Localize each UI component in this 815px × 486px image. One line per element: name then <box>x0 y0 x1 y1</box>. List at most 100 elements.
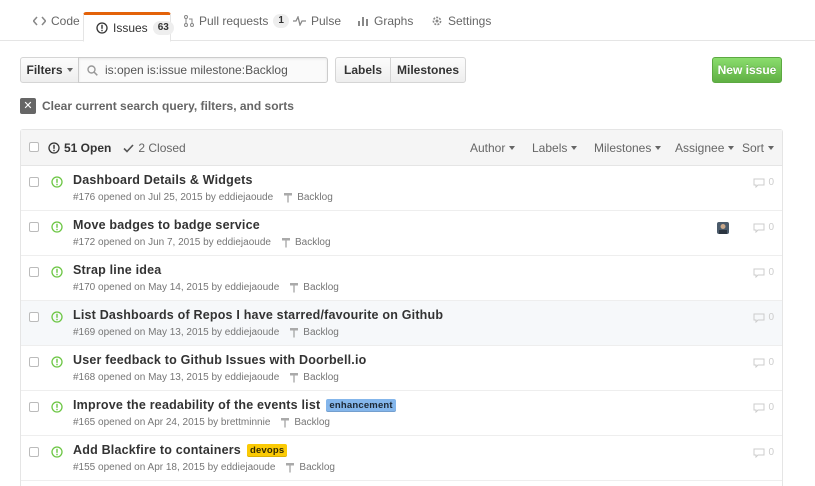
comment-count-link[interactable]: 0 <box>753 177 774 188</box>
comment-icon <box>753 178 765 188</box>
issue-row[interactable]: Dashboard Details & Widgets #176 opened … <box>21 166 782 211</box>
issue-opened-icon <box>51 356 63 368</box>
comment-count-link[interactable]: 0 <box>753 447 774 458</box>
milestone-icon <box>289 282 299 293</box>
comment-count-link[interactable]: 0 <box>753 402 774 413</box>
issue-milestone-link[interactable]: Backlog <box>289 282 339 293</box>
tab-graphs[interactable]: Graphs <box>357 0 413 41</box>
issue-opened-icon <box>48 142 60 154</box>
sort-filter-label: Sort <box>742 141 765 155</box>
issue-checkbox[interactable] <box>29 312 39 322</box>
issue-author-link[interactable]: eddiejaoude <box>225 282 280 293</box>
issue-milestone-link[interactable]: Backlog <box>285 462 335 473</box>
issue-author-link[interactable]: brettminnie <box>221 417 270 428</box>
comment-count: 0 <box>768 312 774 323</box>
tab-pulse[interactable]: Pulse <box>293 0 341 41</box>
issue-checkbox[interactable] <box>29 222 39 232</box>
comment-icon <box>753 268 765 278</box>
milestones-label: Milestones <box>396 63 459 77</box>
tab-label: Pulse <box>311 13 342 28</box>
tab-issues[interactable]: Issues 63 <box>83 12 174 42</box>
issue-checkbox[interactable] <box>29 402 39 412</box>
issue-author-link[interactable]: eddiejaoude <box>216 237 271 248</box>
comment-count: 0 <box>768 222 774 233</box>
labels-filter[interactable]: Labels <box>532 130 578 166</box>
open-count: 51 Open <box>64 141 112 155</box>
sort-filter[interactable]: Sort <box>742 130 775 166</box>
comment-count-link[interactable]: 0 <box>753 312 774 323</box>
milestones-filter[interactable]: Milestones <box>594 130 662 166</box>
issue-row[interactable]: List Dashboards of Repos I have starred/… <box>21 301 782 346</box>
select-all-checkbox[interactable] <box>29 142 39 152</box>
code-icon <box>33 16 46 26</box>
clear-filters-link[interactable]: ✕ Clear current search query, filters, a… <box>20 98 294 114</box>
chevron-down-icon <box>509 146 516 150</box>
issues-table: 51 Open 2 Closed Author Labels Milestone… <box>20 129 783 486</box>
issue-row[interactable]: Move badges to badge service #172 opened… <box>21 211 782 256</box>
issue-checkbox[interactable] <box>29 357 39 367</box>
tab-label: Pull requests <box>199 13 269 28</box>
issue-row[interactable]: Strap line idea #170 opened on May 14, 2… <box>21 256 782 301</box>
open-issues-link[interactable]: 51 Open <box>48 141 111 155</box>
assignee-avatar[interactable] <box>717 222 729 234</box>
issue-title-link[interactable]: Add Blackfire to containers <box>73 443 241 457</box>
milestones-button[interactable]: Milestones <box>390 57 466 83</box>
labels-button[interactable]: Labels <box>335 57 391 83</box>
issue-row[interactable]: User feedback to Github Issues with Door… <box>21 346 782 391</box>
comment-count: 0 <box>768 357 774 368</box>
issue-list: Dashboard Details & Widgets #176 opened … <box>21 166 782 481</box>
issue-milestone-link[interactable]: Backlog <box>280 417 330 428</box>
issue-title-link[interactable]: Move badges to badge service <box>73 218 260 232</box>
author-filter-label: Author <box>470 141 506 155</box>
check-icon <box>123 143 134 153</box>
chevron-down-icon <box>728 146 735 150</box>
tab-code[interactable]: Code <box>33 0 80 41</box>
search-box[interactable] <box>78 57 328 83</box>
comment-icon <box>753 313 765 323</box>
issue-row[interactable]: Improve the readability of the events li… <box>21 391 782 436</box>
issue-author-link[interactable]: eddiejaoude <box>221 462 276 473</box>
repo-nav: Code Issues 63 Pull requests 1 Pulse Gra… <box>0 0 815 42</box>
issue-author-link[interactable]: eddiejaoude <box>219 192 274 203</box>
chevron-down-icon <box>655 146 662 150</box>
issue-title-link[interactable]: List Dashboards of Repos I have starred/… <box>73 308 443 322</box>
issue-checkbox[interactable] <box>29 267 39 277</box>
filters-label: Filters <box>26 63 63 77</box>
search-input[interactable] <box>105 63 325 77</box>
tab-label: Graphs <box>374 13 414 28</box>
assignee-filter[interactable]: Assignee <box>675 130 735 166</box>
comment-count-link[interactable]: 0 <box>753 267 774 278</box>
issue-opened-icon <box>51 176 63 188</box>
issue-title-link[interactable]: Dashboard Details & Widgets <box>73 173 253 187</box>
tab-settings[interactable]: Settings <box>431 0 491 41</box>
comment-icon <box>753 403 765 413</box>
tab-pull-requests[interactable]: Pull requests 1 <box>184 0 289 41</box>
author-filter[interactable]: Author <box>470 130 516 166</box>
issue-title-link[interactable]: Improve the readability of the events li… <box>73 398 320 412</box>
closed-issues-link[interactable]: 2 Closed <box>123 141 186 155</box>
issue-milestone-link[interactable]: Backlog <box>289 327 339 338</box>
issues-table-header: 51 Open 2 Closed Author Labels Milestone… <box>21 130 782 166</box>
comment-count-link[interactable]: 0 <box>753 357 774 368</box>
comment-icon <box>753 358 765 368</box>
issues-counter: 63 <box>152 21 174 35</box>
issue-label-enhancement[interactable]: enhancement <box>326 398 396 412</box>
issue-row[interactable]: Add Blackfire to containers devops #155 … <box>21 436 782 481</box>
issue-title-link[interactable]: User feedback to Github Issues with Door… <box>73 353 366 367</box>
milestone-icon <box>281 237 291 248</box>
issue-label-devops[interactable]: devops <box>246 443 288 457</box>
comment-count: 0 <box>768 447 774 458</box>
issue-milestone-link[interactable]: Backlog <box>289 372 339 383</box>
issue-checkbox[interactable] <box>29 447 39 457</box>
issue-milestone-link[interactable]: Backlog <box>283 192 333 203</box>
issue-milestone-link[interactable]: Backlog <box>281 237 331 248</box>
comment-count: 0 <box>768 177 774 188</box>
new-issue-button[interactable]: New issue <box>712 57 782 83</box>
filters-button[interactable]: Filters <box>20 57 79 83</box>
chevron-down-icon <box>571 146 578 150</box>
issue-author-link[interactable]: eddiejaoude <box>225 327 280 338</box>
issue-checkbox[interactable] <box>29 177 39 187</box>
issue-author-link[interactable]: eddiejaoude <box>225 372 280 383</box>
issue-title-link[interactable]: Strap line idea <box>73 263 161 277</box>
comment-count-link[interactable]: 0 <box>753 222 774 233</box>
